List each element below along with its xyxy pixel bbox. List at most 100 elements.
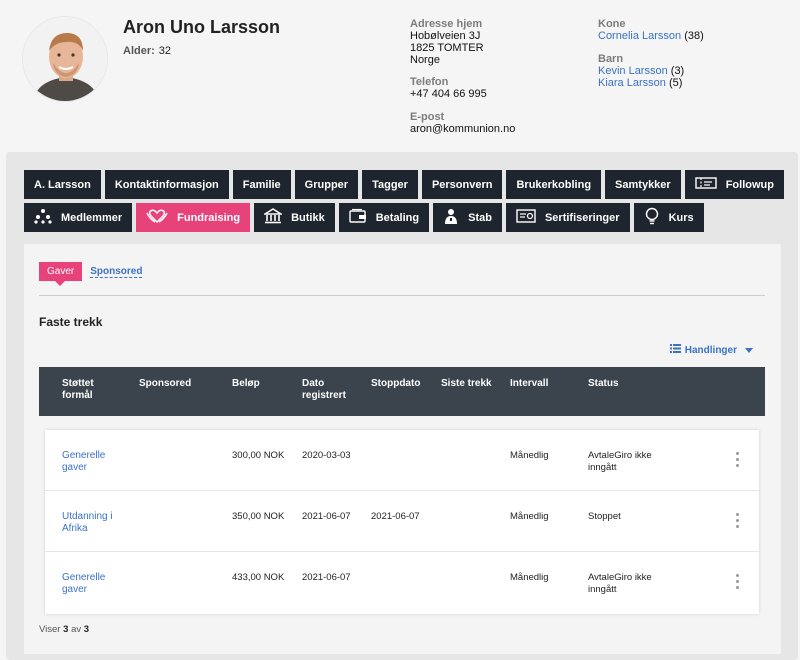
pagination-summary: Viser 3 av 3: [39, 624, 89, 635]
registered-cell: 2021-06-07: [302, 572, 351, 583]
subtab-gaver[interactable]: Gaver: [39, 262, 83, 286]
tab-kurs[interactable]: Kurs: [633, 203, 704, 232]
spouse-label: Kone: [598, 18, 626, 30]
heart-hands-icon: [146, 208, 168, 227]
ticket-icon: [695, 176, 717, 193]
row-menu-icon[interactable]: [736, 452, 739, 467]
col-amount[interactable]: Beløp: [232, 378, 260, 390]
col-status[interactable]: Status: [588, 378, 619, 390]
person-badge-icon: [443, 208, 459, 227]
tab-butikk[interactable]: Butikk: [254, 203, 335, 232]
interval-cell: Månedlig: [510, 511, 549, 522]
tab-sertifiseringer[interactable]: Sertifiseringer: [505, 203, 630, 232]
purpose-link[interactable]: Utdanning i Afrika: [62, 511, 122, 535]
amount-cell: 433,00 NOK: [232, 572, 285, 583]
actions-label: Handlinger: [684, 344, 737, 356]
footer-prefix: Viser: [39, 624, 61, 635]
tab-familie[interactable]: Familie: [232, 170, 291, 199]
tab-samtykker[interactable]: Samtykker: [605, 170, 681, 199]
caret-down-icon: [745, 345, 753, 356]
row-menu-icon[interactable]: [736, 513, 739, 528]
col-stopdate[interactable]: Stoppdato: [371, 378, 420, 390]
tab-row-2: Medlemmer Fundraising Butikk Betaling St…: [24, 203, 784, 232]
org-chart-icon: [34, 208, 52, 227]
wallet-icon: [349, 208, 367, 227]
phone-value: +47 404 66 995: [410, 88, 487, 100]
footer-of: av: [71, 624, 82, 635]
table-body: Generelle gaver 300,00 NOK 2020-03-03 Må…: [45, 430, 759, 614]
tab-betaling[interactable]: Betaling: [338, 203, 430, 232]
tab-row-1: A. Larsson Kontaktinformasjon Familie Gr…: [24, 170, 784, 199]
age-value: 32: [158, 45, 172, 57]
purpose-link[interactable]: Generelle gaver: [62, 450, 122, 474]
table-row: Generelle gaver 433,00 NOK 2021-06-07 Må…: [45, 552, 759, 613]
child-age: (3): [670, 65, 685, 77]
profile-tabs: A. Larsson Kontaktinformasjon Familie Gr…: [24, 170, 784, 236]
interval-cell: Månedlig: [510, 450, 549, 461]
address-line3: Norge: [410, 54, 440, 66]
amount-cell: 350,00 NOK: [232, 511, 285, 522]
purpose-link[interactable]: Generelle gaver: [62, 572, 122, 596]
tab-kontaktinformasjon[interactable]: Kontaktinformasjon: [104, 170, 229, 199]
age-label: Alder:: [123, 45, 155, 57]
col-purpose[interactable]: Støttet formål: [62, 378, 122, 402]
address-line2: 1825 TOMTER: [410, 42, 484, 54]
tab-followup[interactable]: Followup: [684, 170, 784, 199]
profile-header: Aron Uno Larsson Alder: 32 Adresse hjem H…: [0, 0, 800, 150]
tab-stab-label: Stab: [468, 211, 492, 224]
tab-kurs-label: Kurs: [668, 211, 694, 224]
tab-personvern[interactable]: Personvern: [421, 170, 503, 199]
tab-brukerkobling[interactable]: Brukerkobling: [506, 170, 602, 199]
child-link[interactable]: Kiara Larsson: [598, 77, 666, 89]
tab-a-larsson[interactable]: A. Larsson: [24, 170, 101, 199]
main-panel: A. Larsson Kontaktinformasjon Familie Gr…: [6, 152, 798, 660]
status-cell: AvtaleGiro ikke inngått: [588, 572, 652, 595]
list-icon: [669, 344, 681, 356]
tab-medlemmer[interactable]: Medlemmer: [24, 203, 133, 232]
tab-fundraising[interactable]: Fundraising: [136, 203, 251, 232]
tab-betaling-label: Betaling: [375, 211, 420, 224]
spouse-link[interactable]: Cornelia Larsson: [598, 30, 681, 42]
child-link[interactable]: Kevin Larsson: [598, 65, 668, 77]
tab-sertifiseringer-label: Sertifiseringer: [544, 211, 620, 224]
phone-block: Telefon +47 404 66 995: [410, 76, 487, 100]
subtab-sponsored[interactable]: Sponsored: [90, 266, 143, 278]
store-icon: [262, 208, 284, 227]
row-menu-icon[interactable]: [736, 574, 739, 589]
table-row: Utdanning i Afrika 350,00 NOK 2021-06-07…: [45, 491, 759, 552]
address-block: Adresse hjem Hobølveien 3J 1825 TOMTER N…: [410, 18, 484, 66]
amount-cell: 300,00 NOK: [232, 450, 285, 461]
interval-cell: Månedlig: [510, 572, 549, 583]
age-field: Alder: 32: [123, 45, 171, 57]
email-label: E-post: [410, 111, 445, 123]
actions-dropdown[interactable]: Handlinger: [669, 344, 753, 356]
registered-cell: 2020-03-03: [302, 450, 351, 461]
profile-name: Aron Uno Larsson: [123, 17, 281, 37]
subtabs: Gaver Sponsored: [39, 262, 143, 286]
section-title: Faste trekk: [39, 315, 103, 329]
children-block: Barn Kevin Larsson (3) Kiara Larsson (5): [598, 53, 684, 89]
lightbulb-icon: [644, 207, 660, 228]
tab-followup-label: Followup: [725, 178, 774, 191]
tab-tagger[interactable]: Tagger: [362, 170, 418, 199]
col-last[interactable]: Siste trekk: [441, 378, 492, 390]
tab-fundraising-label: Fundraising: [177, 211, 241, 224]
fundraising-panel: Gaver Sponsored Faste trekk Handlinger S…: [24, 244, 781, 654]
registered-cell: 2021-06-07: [302, 511, 351, 522]
col-interval[interactable]: Intervall: [510, 378, 548, 390]
status-cell: AvtaleGiro ikke inngått: [588, 450, 652, 473]
footer-total: 3: [83, 624, 90, 635]
tab-medlemmer-label: Medlemmer: [61, 211, 123, 224]
children-label: Barn: [598, 53, 624, 65]
avatar: [22, 16, 108, 102]
status-cell: Stoppet: [588, 511, 621, 522]
table-header: Støttet formål Sponsored Beløp Dato regi…: [39, 367, 765, 416]
child-age: (5): [668, 77, 683, 89]
spouse-block: Kone Cornelia Larsson (38): [598, 18, 704, 42]
tab-grupper[interactable]: Grupper: [294, 170, 359, 199]
stopdate-cell: 2021-06-07: [371, 511, 420, 522]
tab-stab[interactable]: Stab: [433, 203, 502, 232]
col-registered[interactable]: Dato registrert: [302, 378, 352, 402]
divider: [39, 295, 765, 296]
col-sponsored[interactable]: Sponsored: [139, 378, 191, 390]
